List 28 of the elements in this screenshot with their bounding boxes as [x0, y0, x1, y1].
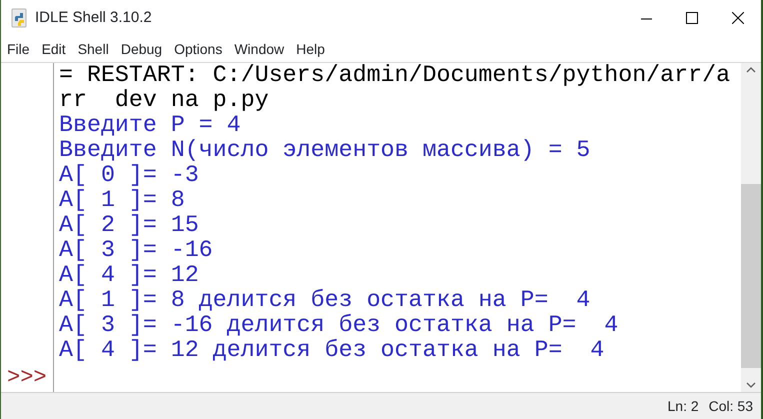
column-indicator: Col: 53: [708, 396, 753, 416]
menu-item[interactable]: Help: [290, 36, 331, 62]
close-icon: [732, 12, 744, 24]
output-line: A[ 4 ]= 12: [59, 263, 199, 288]
menu-item[interactable]: Options: [168, 36, 228, 62]
output-line: A[ 3 ]= -16 делится без остатка на P= 4: [59, 313, 618, 338]
shell-prompt: >>>: [6, 365, 48, 390]
menu-item[interactable]: File: [1, 36, 36, 62]
output-line: Введите P = 4: [59, 113, 241, 138]
menu-item[interactable]: Edit: [36, 36, 72, 62]
scrollbar[interactable]: [741, 63, 761, 392]
window-title: IDLE Shell 3.10.2: [35, 8, 152, 28]
output-line: Введите N(число элементов массива) = 5: [59, 138, 590, 163]
menu-item[interactable]: Debug: [114, 36, 168, 62]
output-line: A[ 1 ]= 8 делится без остатка на P= 4: [59, 288, 590, 313]
menu-item[interactable]: Shell: [72, 36, 115, 62]
line-indicator: Ln: 2: [668, 396, 699, 416]
output-line: A[ 4 ]= 12 делится без остатка на P= 4: [59, 338, 604, 363]
restart-line: rr dev na p.py: [59, 88, 269, 113]
maximize-icon: [686, 12, 698, 24]
restart-line: = RESTART: C:/Users/admin/Documents/python/arr/a: [59, 63, 730, 88]
output-line: A[ 2 ]= 15: [59, 213, 199, 238]
menu-item[interactable]: Window: [228, 36, 290, 62]
output-line: A[ 1 ]= 8: [59, 188, 185, 213]
python-icon: [11, 8, 29, 28]
scrollbar-thumb[interactable]: [741, 184, 761, 368]
output-line: A[ 3 ]= -16: [59, 238, 213, 263]
output-line: A[ 0 ]= -3: [59, 163, 199, 188]
